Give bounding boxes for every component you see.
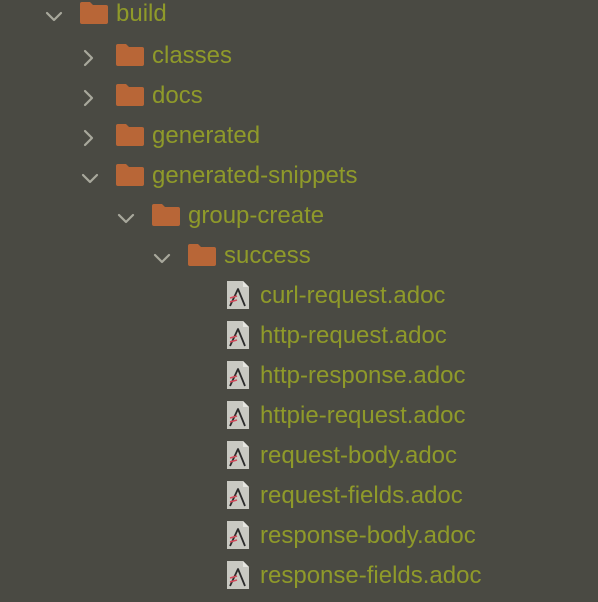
asciidoc-file-icon: [226, 440, 250, 470]
chevron-right-icon[interactable]: [78, 128, 98, 148]
tree-item-classes[interactable]: classes: [0, 42, 598, 82]
tree-item-docs[interactable]: docs: [0, 82, 598, 122]
folder-icon: [188, 244, 216, 266]
folder-icon: [116, 164, 144, 186]
tree-item-label: http-request.adoc: [260, 322, 447, 349]
tree-item-label: response-body.adoc: [260, 522, 476, 549]
tree-file-item[interactable]: request-fields.adoc: [0, 482, 598, 522]
project-tree: build classes docs generated generated-s…: [0, 0, 598, 596]
tree-file-item[interactable]: httpie-request.adoc: [0, 402, 598, 442]
asciidoc-file-icon: [226, 480, 250, 510]
tree-item-build[interactable]: build: [0, 0, 598, 40]
tree-item-generated-snippets[interactable]: generated-snippets: [0, 162, 598, 202]
tree-item-label: success: [224, 242, 311, 269]
folder-icon: [116, 44, 144, 66]
chevron-right-icon[interactable]: [78, 88, 98, 108]
tree-item-generated[interactable]: generated: [0, 122, 598, 162]
folder-icon: [152, 204, 180, 226]
asciidoc-file-icon: [226, 520, 250, 550]
tree-item-label: response-fields.adoc: [260, 562, 482, 589]
tree-file-item[interactable]: curl-request.adoc: [0, 282, 598, 322]
tree-item-label: http-response.adoc: [260, 362, 466, 389]
chevron-down-icon[interactable]: [80, 168, 100, 188]
tree-item-label: classes: [152, 42, 233, 69]
tree-file-item[interactable]: response-fields.adoc: [0, 562, 598, 602]
asciidoc-file-icon: [226, 560, 250, 590]
folder-icon: [116, 84, 144, 106]
chevron-down-icon[interactable]: [152, 248, 172, 268]
tree-item-label: generated: [152, 122, 261, 149]
tree-item-label: curl-request.adoc: [260, 282, 446, 309]
tree-item-label: generated-snippets: [152, 162, 358, 189]
tree-item-group-create[interactable]: group-create: [0, 202, 598, 242]
tree-item-label: docs: [152, 82, 203, 109]
tree-item-label: request-fields.adoc: [260, 482, 463, 509]
tree-file-item[interactable]: http-response.adoc: [0, 362, 598, 402]
asciidoc-file-icon: [226, 360, 250, 390]
tree-item-success[interactable]: success: [0, 242, 598, 282]
chevron-right-icon[interactable]: [78, 48, 98, 68]
asciidoc-file-icon: [226, 400, 250, 430]
tree-file-item[interactable]: request-body.adoc: [0, 442, 598, 482]
tree-file-item[interactable]: http-request.adoc: [0, 322, 598, 362]
asciidoc-file-icon: [226, 320, 250, 350]
folder-icon: [116, 124, 144, 146]
asciidoc-file-icon: [226, 280, 250, 310]
chevron-down-icon[interactable]: [116, 208, 136, 228]
tree-item-label: httpie-request.adoc: [260, 402, 466, 429]
tree-item-label: request-body.adoc: [260, 442, 458, 469]
folder-icon: [80, 2, 108, 24]
tree-file-item[interactable]: response-body.adoc: [0, 522, 598, 562]
chevron-down-icon[interactable]: [44, 6, 64, 26]
tree-item-label: build: [116, 0, 167, 27]
tree-item-label: group-create: [188, 202, 325, 229]
